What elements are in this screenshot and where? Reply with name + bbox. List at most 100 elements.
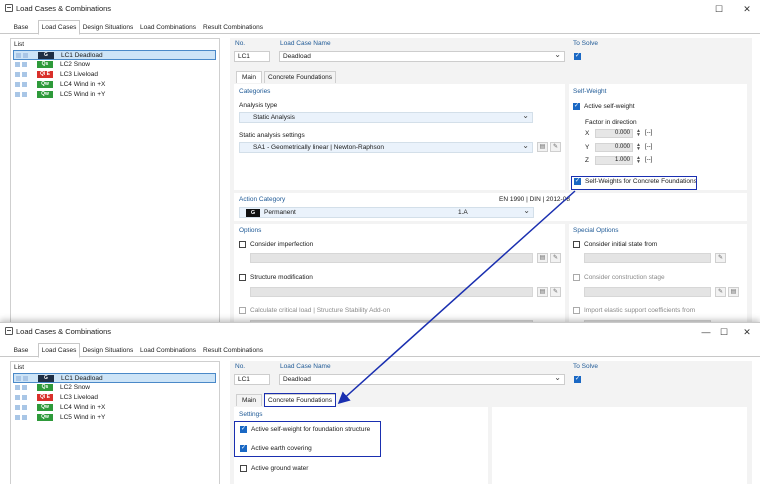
initial-state-label: Consider initial state from bbox=[584, 241, 658, 248]
close-icon[interactable]: ✕ bbox=[741, 3, 753, 15]
color-swatch bbox=[23, 376, 28, 381]
list-item-lc4[interactable]: Qw LC4 Wind in +X bbox=[13, 80, 216, 90]
to-solve-checkbox[interactable] bbox=[574, 52, 581, 61]
ground-water-checkbox[interactable] bbox=[240, 465, 247, 472]
color-swatch bbox=[22, 82, 27, 87]
construction-stage-checkbox[interactable] bbox=[573, 274, 580, 281]
to-solve-label: To Solve bbox=[573, 40, 598, 47]
action-badge: Qs bbox=[37, 61, 53, 68]
static-analysis-settings-value: SA1 - Geometrically linear | Newton-Raph… bbox=[253, 144, 385, 151]
imperfection-dropdown[interactable] bbox=[250, 253, 533, 263]
categories-panel: Categories Analysis type Static Analysis… bbox=[234, 84, 565, 190]
list-item-lc1[interactable]: G LC1 Deadload bbox=[13, 50, 216, 60]
list-item-lc5[interactable]: Qw LC5 Wind in +Y bbox=[13, 413, 216, 423]
tab-load-cases[interactable]: Load Cases bbox=[38, 20, 80, 35]
concrete-empty-panel bbox=[492, 407, 747, 484]
color-swatch bbox=[22, 72, 27, 77]
list-item-lc3[interactable]: Qi E LC3 Liveload bbox=[13, 393, 216, 403]
number-field[interactable]: LC1 bbox=[234, 51, 270, 62]
static-analysis-settings-dropdown[interactable]: SA1 - Geometrically linear | Newton-Raph… bbox=[239, 142, 533, 153]
list-item-lc4[interactable]: Qw LC4 Wind in +X bbox=[13, 403, 216, 413]
tab-result-combinations[interactable]: Result Combinations bbox=[201, 344, 265, 357]
list-item-lc5[interactable]: Qw LC5 Wind in +Y bbox=[13, 90, 216, 100]
load-case-name-label: Load Case Name bbox=[280, 40, 331, 47]
new-settings-icon[interactable]: ▤ bbox=[537, 142, 548, 152]
dialog-window-main: Load Cases & Combinations ☐ ✕ Base Load … bbox=[0, 0, 760, 334]
action-badge: Qw bbox=[37, 404, 53, 411]
factor-x-spinner[interactable]: ▲ ▼ bbox=[636, 129, 641, 138]
load-case-name-dropdown[interactable]: Deadload bbox=[279, 374, 565, 385]
elastic-support-checkbox[interactable] bbox=[573, 307, 580, 314]
special-options-title: Special Options bbox=[573, 227, 619, 234]
new-modification-icon[interactable]: ▤ bbox=[537, 287, 548, 297]
structure-modification-dropdown[interactable] bbox=[250, 287, 533, 297]
construction-stage-dropdown[interactable] bbox=[584, 287, 711, 297]
elastic-support-label: Import elastic support coefficients from bbox=[584, 307, 696, 314]
self-weight-panel: Self-Weight Active self-weight Factor in… bbox=[569, 84, 747, 190]
number-field[interactable]: LC1 bbox=[234, 374, 270, 385]
color-swatch bbox=[22, 62, 27, 67]
tab-load-combinations[interactable]: Load Combinations bbox=[139, 21, 197, 34]
tab-load-combinations[interactable]: Load Combinations bbox=[139, 344, 197, 357]
action-badge: Qi E bbox=[37, 394, 53, 401]
details-pane: No. LC1 Load Case Name Deadload To Solve… bbox=[230, 38, 752, 334]
tab-base[interactable]: Base bbox=[10, 344, 32, 357]
options-panel: Options Consider imperfection ▤ ✎ Struct… bbox=[234, 224, 565, 334]
list-header: List bbox=[14, 364, 25, 371]
tab-result-combinations[interactable]: Result Combinations bbox=[201, 21, 265, 34]
structure-modification-checkbox[interactable] bbox=[239, 274, 246, 281]
color-swatch bbox=[15, 395, 20, 400]
edit-initial-state-icon[interactable]: ✎ bbox=[715, 253, 726, 263]
tab-design-situations[interactable]: Design Situations bbox=[82, 344, 134, 357]
maximize-icon[interactable]: ☐ bbox=[713, 3, 725, 15]
inner-tab-main[interactable]: Main bbox=[236, 71, 262, 83]
inner-tab-main[interactable]: Main bbox=[236, 394, 262, 406]
critical-load-label: Calculate critical load | Structure Stab… bbox=[250, 307, 391, 314]
action-category-dropdown[interactable]: G Permanent 1.A bbox=[239, 207, 534, 218]
critical-load-checkbox[interactable] bbox=[239, 307, 246, 314]
factor-x-input[interactable]: 0.000 bbox=[595, 129, 633, 138]
to-solve-checkbox[interactable] bbox=[574, 375, 581, 384]
edit-settings-icon[interactable]: ✎ bbox=[550, 142, 561, 152]
tab-load-cases[interactable]: Load Cases bbox=[38, 343, 80, 358]
main-tab-strip: Base Load Cases Design Situations Load C… bbox=[0, 343, 760, 358]
minimize-icon[interactable]: — bbox=[700, 326, 712, 338]
list-item-label: LC5 Wind in +Y bbox=[60, 414, 106, 421]
number-label: No. bbox=[235, 40, 246, 47]
close-icon[interactable]: ✕ bbox=[741, 326, 753, 338]
list-item-lc2[interactable]: Qs LC2 Snow bbox=[13, 60, 216, 70]
list-item-lc1[interactable]: G LC1 Deadload bbox=[13, 373, 216, 383]
edit-modification-icon[interactable]: ✎ bbox=[550, 287, 561, 297]
tab-design-situations[interactable]: Design Situations bbox=[82, 21, 134, 34]
factor-y-spinner[interactable]: ▲ ▼ bbox=[636, 143, 641, 152]
initial-state-checkbox[interactable] bbox=[573, 241, 580, 248]
action-badge: G bbox=[38, 375, 54, 382]
tab-base[interactable]: Base bbox=[10, 21, 32, 34]
factor-y-input[interactable]: 0.000 bbox=[595, 143, 633, 152]
color-swatch bbox=[15, 82, 20, 87]
factor-z-input[interactable]: 1.000 bbox=[595, 156, 633, 165]
action-badge: Qw bbox=[37, 414, 53, 421]
list-item-label: LC5 Wind in +Y bbox=[60, 91, 106, 98]
number-label: No. bbox=[235, 363, 246, 370]
open-construction-stage-icon[interactable]: ▤ bbox=[728, 287, 739, 297]
window-title: Load Cases & Combinations bbox=[16, 4, 112, 13]
analysis-type-dropdown[interactable]: Static Analysis bbox=[239, 112, 533, 123]
load-case-list: List G LC1 Deadload Qs LC2 Snow Qi E LC3… bbox=[10, 38, 220, 334]
active-self-weight-checkbox[interactable] bbox=[573, 102, 580, 111]
inner-tab-concrete-foundations[interactable]: Concrete Foundations bbox=[264, 71, 336, 83]
new-imperfection-icon[interactable]: ▤ bbox=[537, 253, 548, 263]
static-analysis-settings-label: Static analysis settings bbox=[239, 132, 305, 139]
highlight-box-self-weights bbox=[571, 176, 697, 190]
factor-z-spinner[interactable]: ▲ ▼ bbox=[636, 156, 641, 165]
load-case-name-dropdown[interactable]: Deadload bbox=[279, 51, 565, 62]
consider-imperfection-checkbox[interactable] bbox=[239, 241, 246, 248]
action-badge: G bbox=[38, 52, 54, 59]
edit-construction-stage-icon[interactable]: ✎ bbox=[715, 287, 726, 297]
maximize-icon[interactable]: ☐ bbox=[718, 326, 730, 338]
list-item-lc3[interactable]: Qi E LC3 Liveload bbox=[13, 70, 216, 80]
list-item-lc2[interactable]: Qs LC2 Snow bbox=[13, 383, 216, 393]
initial-state-dropdown[interactable] bbox=[584, 253, 711, 263]
list-item-label: LC2 Snow bbox=[60, 61, 90, 68]
edit-imperfection-icon[interactable]: ✎ bbox=[550, 253, 561, 263]
